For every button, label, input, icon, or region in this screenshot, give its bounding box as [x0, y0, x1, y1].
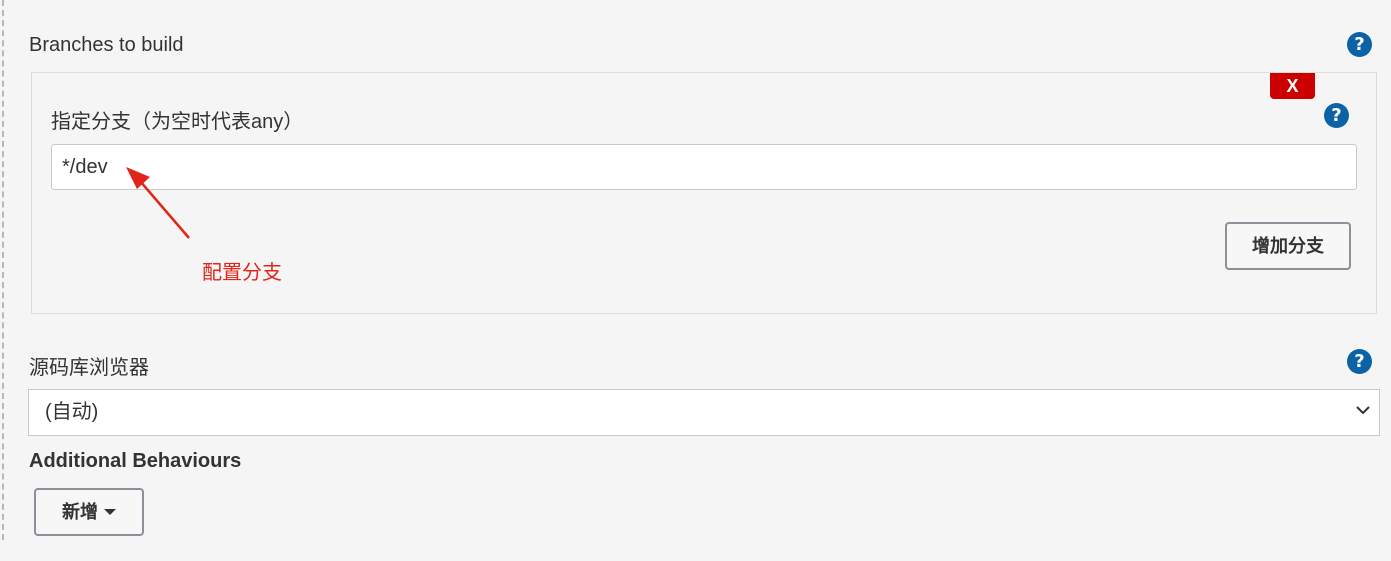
annotation-text: 配置分支: [202, 262, 282, 284]
add-behaviour-button[interactable]: 新增: [34, 488, 144, 536]
chevron-down-icon: [1356, 406, 1370, 415]
add-behaviour-label: 新增: [62, 502, 98, 522]
repo-browser-label: 源码库浏览器: [29, 357, 149, 379]
caret-down-icon: [104, 508, 116, 515]
page: Branches to build ? X 指定分支（为空时代表any） ? *…: [0, 0, 1391, 561]
help-icon[interactable]: ?: [1347, 349, 1372, 374]
additional-behaviours-label: Additional Behaviours: [29, 450, 242, 472]
repo-browser-selected-value: (自动): [45, 401, 99, 423]
repo-browser-select[interactable]: (自动): [28, 389, 1380, 436]
add-branch-button[interactable]: 增加分支: [1225, 222, 1351, 270]
